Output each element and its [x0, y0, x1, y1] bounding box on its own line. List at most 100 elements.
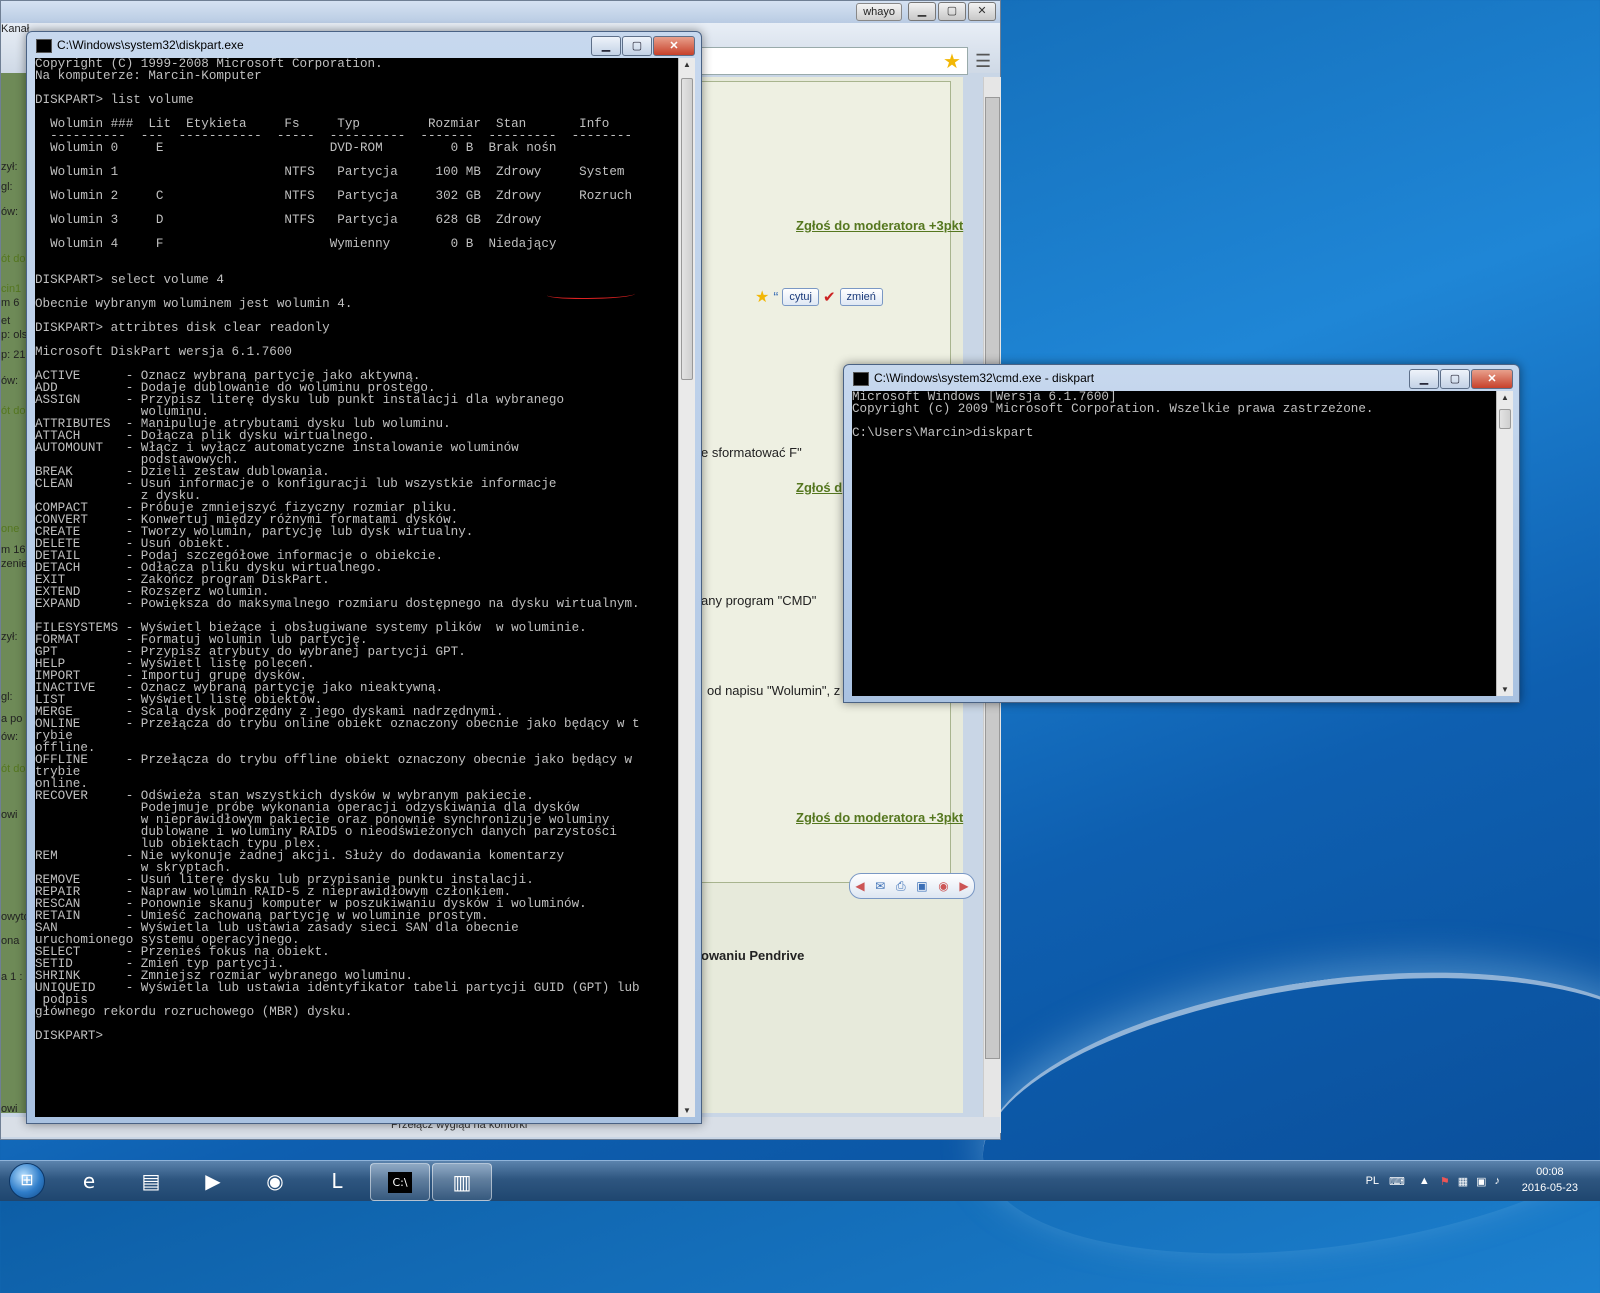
browser-window-controls: ▁ ▢ ✕: [908, 2, 996, 21]
report-moderator-link[interactable]: Zgłoś do moderatora +3pkt: [796, 810, 963, 825]
internet-explorer-icon: e: [82, 1169, 96, 1193]
device-icon[interactable]: ▣: [1476, 1175, 1486, 1188]
forum-left-fragment: ona: [1, 935, 20, 947]
scroll-thumb[interactable]: [1499, 409, 1511, 429]
volume-icon[interactable]: ♪: [1495, 1175, 1501, 1187]
scroll-down-arrow-icon[interactable]: ▼: [1497, 685, 1513, 694]
language-indicator[interactable]: PL: [1366, 1175, 1379, 1187]
next-arrow-icon[interactable]: ▶: [959, 879, 968, 893]
close-button[interactable]: ✕: [1471, 369, 1513, 389]
diskpart-console-output[interactable]: Copyright (C) 1999-2008 Microsoft Corpor…: [35, 58, 678, 1117]
report-moderator-link-partial[interactable]: Zgłoś d: [796, 480, 842, 495]
show-hidden-icons-icon[interactable]: ▲: [1419, 1175, 1430, 1187]
diskpart-scrollbar[interactable]: ▲ ▼: [678, 58, 695, 1117]
maximize-button[interactable]: ▢: [622, 36, 652, 56]
maximize-button[interactable]: ▢: [1440, 369, 1470, 389]
taskbar-internet-explorer-button[interactable]: e: [60, 1163, 118, 1199]
save-icon[interactable]: ▣: [916, 879, 927, 893]
browser-user-button[interactable]: whayo: [856, 3, 902, 21]
forum-left-fragment: zył:: [1, 631, 18, 643]
cmd-window: C:\Windows\system32\cmd.exe - diskpart ▁…: [843, 364, 1520, 703]
edit-button[interactable]: zmień: [839, 288, 883, 306]
console-app-icon: [36, 39, 52, 53]
console-line: Wolumin 3 D NTFS Partycja 628 GB Zdrowy: [35, 213, 542, 227]
forum-left-fragment: owi: [1, 809, 18, 821]
taskbar-notepad-button[interactable]: ▥: [432, 1163, 492, 1201]
browser-maximize-button[interactable]: ▢: [938, 2, 966, 21]
browser-titlebar: [1, 1, 1000, 23]
console-line: Obecnie wybranym woluminem jest wolumin …: [35, 297, 353, 311]
action-center-icon[interactable]: ⚑: [1440, 1175, 1450, 1188]
console-line: Microsoft DiskPart wersja 6.1.7600: [35, 345, 292, 359]
forum-left-fragment: one: [1, 523, 20, 535]
forum-left-fragment: ót do: [1, 405, 26, 417]
console-line: Wolumin 2 C NTFS Partycja 302 GB Zdrowy …: [35, 189, 633, 203]
taskbar-chrome-button[interactable]: ◉: [246, 1163, 304, 1199]
scroll-thumb[interactable]: [681, 78, 693, 380]
address-bar[interactable]: [701, 47, 968, 75]
forum-left-fragment: ót do: [1, 763, 26, 775]
cmd-scrollbar[interactable]: ▲ ▼: [1496, 391, 1513, 696]
forum-left-fragment: zenie: [1, 558, 28, 570]
scroll-up-arrow-icon[interactable]: ▲: [679, 60, 695, 69]
windows-logo-icon: ⊞: [9, 1163, 45, 1199]
browser-minimize-button[interactable]: ▁: [908, 2, 936, 21]
taskbar-media-player-button[interactable]: ▶: [184, 1163, 242, 1199]
minimize-button[interactable]: ▁: [591, 36, 621, 56]
forum-left-fragment: gl:: [1, 181, 13, 193]
eye-icon[interactable]: ◉: [938, 879, 948, 893]
post-nav-buttons: ◀ ✉ ⎙ ▣ ◉ ▶: [849, 873, 975, 899]
forum-left-column: [1, 73, 29, 1113]
start-button[interactable]: ⊞: [2, 1161, 52, 1201]
clock[interactable]: 00:08 2016-05-23: [1522, 1164, 1578, 1196]
league-icon: L: [331, 1169, 343, 1193]
keyboard-icon[interactable]: ⌨: [1389, 1175, 1405, 1188]
taskbar-explorer-button[interactable]: ▤: [122, 1163, 180, 1199]
post-text-fragment: od napisu "Wolumin", z: [707, 683, 841, 698]
print-icon[interactable]: ⎙: [896, 879, 906, 894]
prev-arrow-icon[interactable]: ◀: [855, 879, 864, 893]
console-line: C:\Users\Marcin>diskpart: [852, 426, 1034, 440]
cmd-console-output[interactable]: Microsoft Windows [Wersja 6.1.7600] Copyr…: [852, 391, 1496, 696]
scroll-down-arrow-icon[interactable]: ▼: [679, 1106, 695, 1115]
quote-button[interactable]: cytuj: [782, 288, 819, 306]
taskbar: ⊞ e ▤ ▶ ◉ L C:\ ▥ PL ⌨ ▲ ⚑ ▦ ▣ ♪ 00:08 2016-05…: [0, 1160, 1600, 1201]
browser-menu-icon[interactable]: ☰: [975, 51, 991, 72]
console-line: EXPAND - Powiększa do maksymalnego rozmi…: [35, 597, 640, 611]
console-line: Wolumin 1 NTFS Partycja 100 MB Zdrowy Sy…: [35, 165, 625, 179]
diskpart-window: C:\Windows\system32\diskpart.exe ▁ ▢ ✕ C…: [26, 31, 702, 1124]
cmd-icon: C:\: [388, 1171, 412, 1193]
console-line: DISKPART>: [35, 1029, 104, 1043]
close-button[interactable]: ✕: [653, 36, 695, 56]
forum-left-fragment: ów:: [1, 206, 19, 218]
taskbar-league-button[interactable]: L: [308, 1163, 366, 1199]
report-moderator-link[interactable]: Zgłoś do moderatora +3pkt: [796, 218, 963, 233]
topic-title-fragment[interactable]: owaniu Pendrive: [701, 948, 804, 963]
console-app-icon: [853, 372, 869, 386]
scroll-up-arrow-icon[interactable]: ▲: [1497, 393, 1513, 402]
console-line: Wolumin 4 F Wymienny 0 B Niedający: [35, 237, 557, 251]
window-title: C:\Windows\system32\diskpart.exe: [57, 38, 244, 52]
forum-left-fragment: gl:: [1, 691, 13, 703]
rate-star-icon[interactable]: ★: [755, 287, 769, 307]
check-icon[interactable]: ✔: [823, 288, 836, 306]
window-title: C:\Windows\system32\cmd.exe - diskpart: [874, 371, 1095, 385]
forum-left-fragment: Kanał: [1, 23, 30, 35]
console-line: Wolumin 0 E DVD-ROM 0 B Brak nośn: [35, 141, 557, 155]
forum-left-fragment: ót do: [1, 253, 26, 265]
forum-left-fragment: a po: [1, 713, 23, 725]
mail-icon[interactable]: ✉: [875, 879, 885, 893]
forum-left-fragment: m 6: [1, 297, 20, 309]
bookmark-star-icon[interactable]: ★: [943, 49, 961, 74]
quote-mark-icon[interactable]: “: [773, 289, 778, 306]
browser-close-button[interactable]: ✕: [968, 2, 996, 21]
clock-date: 2016-05-23: [1521, 1182, 1578, 1194]
console-line: OFFLINE - Przełącza do trybu offline obi…: [35, 753, 633, 767]
network-icon[interactable]: ▦: [1458, 1175, 1468, 1188]
chrome-icon: ◉: [266, 1169, 284, 1193]
minimize-button[interactable]: ▁: [1409, 369, 1439, 389]
taskbar-cmd-button[interactable]: C:\: [370, 1163, 430, 1201]
forum-left-fragment: p: 21: [1, 349, 26, 361]
